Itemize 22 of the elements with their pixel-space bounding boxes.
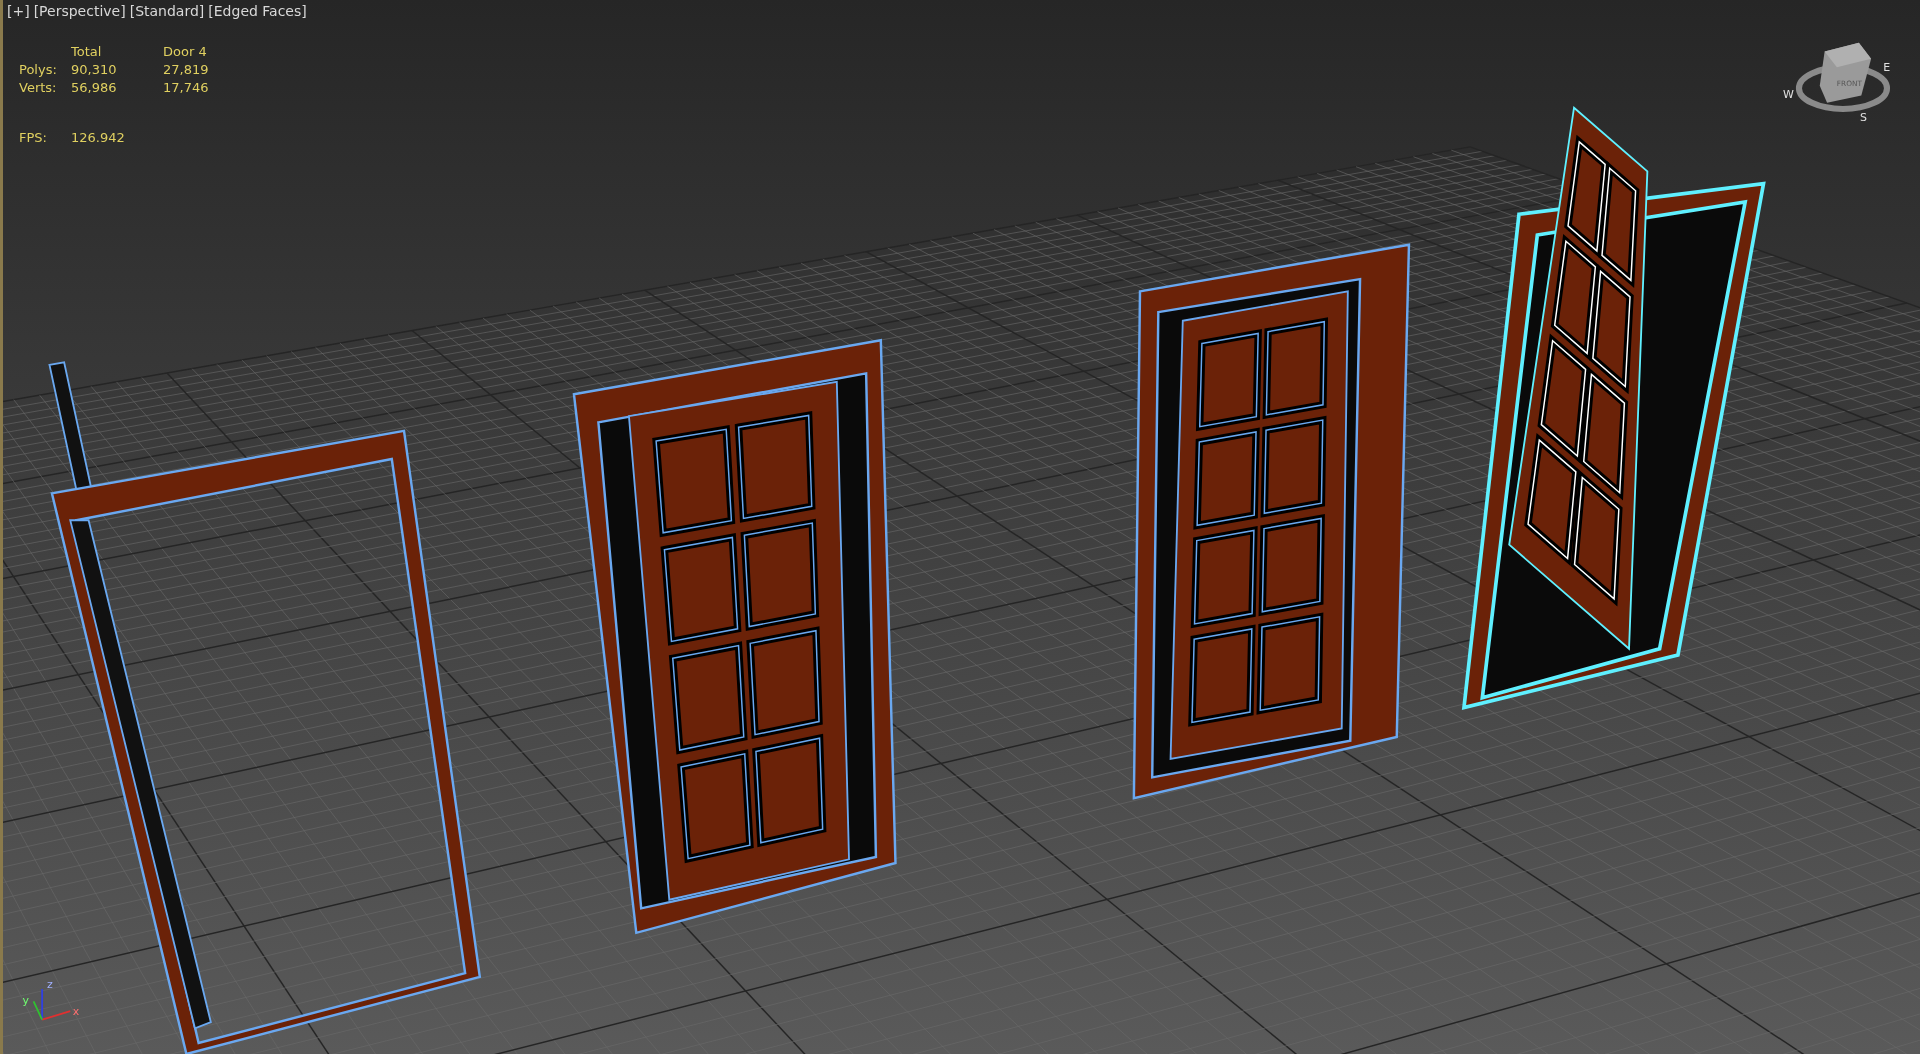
stats-value: 27,819 (163, 62, 210, 77)
compass-label: W (1783, 87, 1794, 101)
stats-value: 17,746 (163, 80, 210, 95)
axis-label: x (72, 1004, 80, 1018)
stats-header: Door 4 (163, 44, 208, 59)
axis-tripod-icon (32, 988, 72, 1021)
stats-header: Total (71, 44, 103, 59)
fps-label: FPS: (19, 130, 48, 145)
viewport-menu-label[interactable]: [Standard] (129, 3, 205, 19)
viewport-menu-label[interactable]: [+] (7, 3, 30, 19)
axis-label: y (22, 993, 30, 1007)
stats-label: Verts: (19, 80, 58, 95)
viewport-menu-label[interactable]: [Perspective] (33, 3, 126, 19)
compass-label: S (1860, 111, 1868, 125)
viewport-menu-label[interactable]: [Edged Faces] (208, 3, 307, 19)
compass-label: E (1883, 61, 1891, 74)
stats-value: 56,986 (71, 80, 118, 95)
fps-value: 126.942 (71, 130, 126, 145)
stats-value: 90,310 (71, 62, 118, 77)
viewcube-icon[interactable] (1795, 42, 1891, 112)
stats-label: Polys: (19, 62, 58, 77)
axis-label: z (47, 977, 53, 991)
